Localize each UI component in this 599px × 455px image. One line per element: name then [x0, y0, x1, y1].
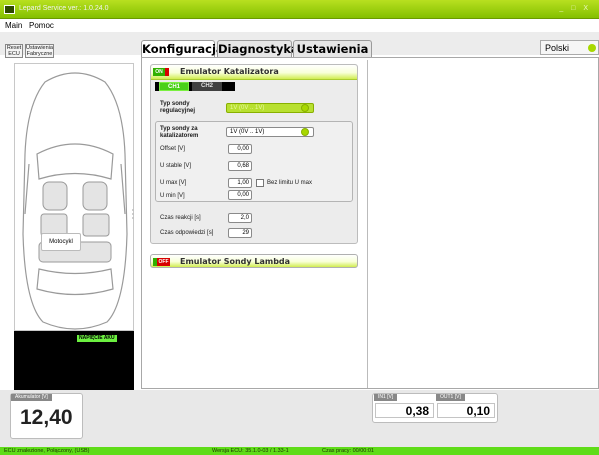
u-min-label: U min [V] [160, 193, 185, 199]
factory-defaults-button[interactable]: Ustawienia Fabryczne [25, 44, 54, 58]
window-title: Lepard Service ver.: 1.0.24.0 [19, 5, 109, 12]
chevron-down-icon [301, 128, 309, 136]
regulating-probe-select[interactable]: 1V (0V .. 1V) [226, 103, 314, 113]
in1-caption: IN1 [V] [374, 394, 398, 401]
lambda-off-toggle[interactable]: OFF [157, 258, 170, 266]
language-value: Polski [545, 43, 570, 53]
post-cat-probe-select[interactable]: 1V (0V .. 1V) [226, 127, 314, 137]
battery-voltage-label: NAPIĘCIE AKU [77, 335, 117, 342]
u-max-unlimited-checkbox[interactable] [256, 179, 264, 187]
in1-value: 0,38 [375, 403, 434, 418]
battery-voltage-value: 12,40 [20, 406, 73, 429]
menu-bar: Main Pomoc [0, 19, 599, 32]
tab-konfiguracja[interactable]: Konfiguracja [141, 40, 224, 58]
menu-pomoc[interactable]: Pomoc [29, 21, 54, 30]
menu-main[interactable]: Main [5, 21, 22, 30]
u-max-field[interactable]: 1,00 [228, 178, 252, 188]
out1-caption: OUT1 [V] [436, 394, 465, 401]
tab-ch1[interactable]: CH1 [159, 82, 189, 91]
u-max-unlimited-label: Bez limitu U max [267, 180, 313, 186]
battery-voltage-caption: Akumulator [V] [11, 394, 52, 401]
window-controls[interactable]: _ □ X [559, 5, 591, 12]
reaction-time-field[interactable]: 2,0 [228, 213, 252, 223]
post-cat-probe-value: 1V (0V .. 1V) [230, 129, 265, 135]
reset-ecu-button[interactable]: Reset ECU [5, 44, 23, 58]
out1-value: 0,10 [437, 403, 495, 418]
catalyst-on-toggle[interactable]: ON [153, 68, 165, 76]
right-pane [367, 60, 598, 388]
response-time-label: Czas odpowiedzi [s] [160, 230, 214, 236]
connection-status: ECU znalezione, Połączony, (USB) [4, 448, 90, 454]
chevron-down-icon [588, 44, 596, 52]
bottom-readouts-bar [0, 390, 599, 447]
toggle-off-segment [165, 68, 169, 76]
car-outline-icon [22, 72, 134, 330]
chevron-down-icon [301, 104, 309, 112]
u-stable-field[interactable]: 0,68 [228, 161, 252, 171]
response-time-field[interactable]: 29 [228, 228, 252, 238]
lambda-emulator-title: Emulator Sondy Lambda [180, 257, 291, 266]
regulating-probe-value: 1V (0V .. 1V) [230, 105, 265, 111]
catalyst-emulator-title: Emulator Katalizatora [180, 67, 279, 76]
u-min-field[interactable]: 0,00 [228, 190, 252, 200]
u-max-label: U max [V] [160, 180, 187, 186]
offset-label: Offset [V] [160, 146, 185, 152]
u-stable-label: U stable [V] [160, 163, 192, 169]
app-icon [4, 5, 15, 14]
ecu-version: Wersja ECU: 35.1.0-03 / 1.33-1 [212, 448, 289, 454]
post-cat-probe-label: Typ sondy za katalizatorem [160, 126, 199, 139]
tab-diagnostyka[interactable]: Diagnostyka [217, 40, 299, 57]
reaction-time-label: Czas reakcji [s] [160, 215, 201, 221]
vehicle-panel [14, 63, 134, 331]
motorcycle-button[interactable]: Motocykl [41, 233, 81, 251]
regulating-probe-label: Typ sondy regulacyjnej [160, 101, 196, 114]
tab-ch2[interactable]: CH2 [192, 82, 222, 91]
status-bar: ECU znalezione, Połączony, (USB) Wersja … [0, 447, 599, 455]
title-bar: Lepard Service ver.: 1.0.24.0 _ □ X [0, 0, 599, 19]
offset-field[interactable]: 0,00 [228, 144, 252, 154]
language-select[interactable]: Polski [540, 40, 599, 55]
tab-ustawienia[interactable]: Ustawienia [293, 40, 372, 57]
uptime: Czas pracy: 00/00:01 [322, 448, 374, 454]
